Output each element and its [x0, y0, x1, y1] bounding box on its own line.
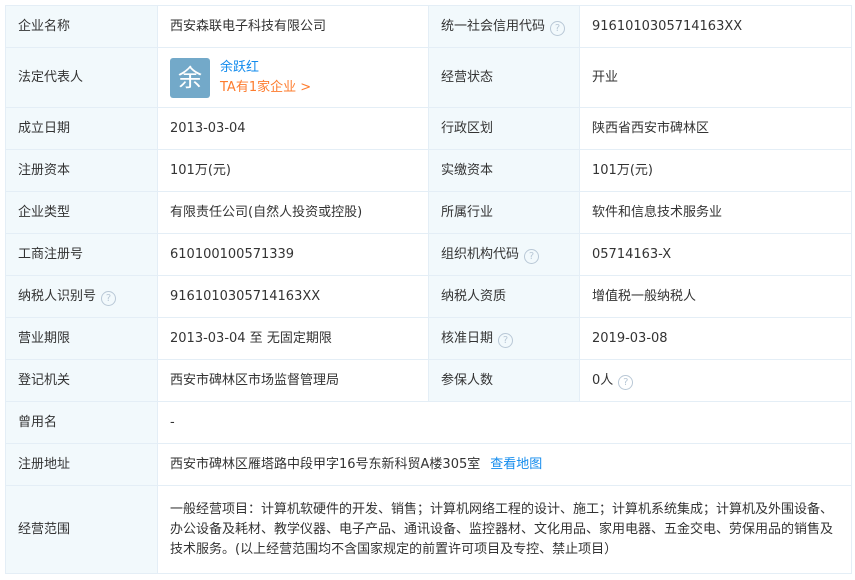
label-business-term: 营业期限 [5, 317, 158, 360]
value-former-name: - [157, 401, 852, 444]
label-taxpayer-id: 纳税人识别号? [5, 275, 158, 318]
info-row-established: 成立日期 2013-03-04 行政区划 陕西省西安市碑林区 [5, 107, 852, 150]
value-admin-region: 陕西省西安市碑林区 [579, 107, 852, 150]
help-icon[interactable]: ? [101, 290, 117, 306]
label-registration-authority: 登记机关 [5, 359, 158, 402]
value-taxpayer-id: 9161010305714163XX [157, 275, 429, 318]
label-org-code-text: 组织机构代码 [441, 246, 520, 262]
info-row-authority: 登记机关 西安市碑林区市场监督管理局 参保人数 0人? [5, 359, 852, 402]
value-taxpayer-qualification: 增值税一般纳税人 [579, 275, 852, 318]
value-approval-date: 2019-03-08 [579, 317, 852, 360]
label-legal-rep: 法定代表人 [5, 47, 158, 108]
label-org-code: 组织机构代码? [428, 233, 580, 276]
label-taxpayer-qualification: 纳税人资质 [428, 275, 580, 318]
view-map-link[interactable]: 查看地图 [490, 457, 542, 472]
value-credit-code: 9161010305714163XX [579, 5, 852, 48]
value-registration-authority: 西安市碑林区市场监督管理局 [157, 359, 429, 402]
help-icon[interactable]: ? [550, 20, 566, 36]
info-row-taxpayer: 纳税人识别号? 9161010305714163XX 纳税人资质 增值税一般纳税… [5, 275, 852, 318]
label-taxpayer-id-text: 纳税人识别号 [18, 288, 97, 304]
label-admin-region: 行政区划 [428, 107, 580, 150]
legal-rep-info: 余跃红 TA有1家企业 > [220, 58, 311, 98]
label-former-name: 曾用名 [5, 401, 158, 444]
company-info-table: 企业名称 西安森联电子科技有限公司 统一社会信用代码? 916101030571… [5, 5, 852, 574]
label-registration-no: 工商注册号 [5, 233, 158, 276]
label-credit-code-text: 统一社会信用代码 [441, 18, 546, 34]
label-insured-count: 参保人数 [428, 359, 580, 402]
value-business-term: 2013-03-04 至 无固定期限 [157, 317, 429, 360]
info-row-capital: 注册资本 101万(元) 实缴资本 101万(元) [5, 149, 852, 192]
info-row-company-name: 企业名称 西安森联电子科技有限公司 统一社会信用代码? 916101030571… [5, 5, 852, 48]
value-company-name: 西安森联电子科技有限公司 [157, 5, 429, 48]
legal-rep-name-link[interactable]: 余跃红 [220, 58, 311, 78]
value-paid-capital: 101万(元) [579, 149, 852, 192]
info-row-type: 企业类型 有限责任公司(自然人投资或控股) 所属行业 软件和信息技术服务业 [5, 191, 852, 234]
info-row-registration: 工商注册号 610100100571339 组织机构代码? 05714163-X [5, 233, 852, 276]
label-industry: 所属行业 [428, 191, 580, 234]
value-industry: 软件和信息技术服务业 [579, 191, 852, 234]
value-registered-address-cell: 西安市碑林区雁塔路中段甲字16号东新科贸A楼305室 查看地图 [157, 443, 852, 486]
value-business-scope: 一般经营项目：计算机软硬件的开发、销售；计算机网络工程的设计、施工；计算机系统集… [157, 485, 852, 574]
info-row-former-name: 曾用名 - [5, 401, 852, 444]
label-company-name: 企业名称 [5, 5, 158, 48]
legal-rep-card: 余 余跃红 TA有1家企业 > [170, 57, 416, 98]
label-credit-code: 统一社会信用代码? [428, 5, 580, 48]
value-insured-count-text: 0人 [592, 372, 614, 388]
value-established-date: 2013-03-04 [157, 107, 429, 150]
avatar[interactable]: 余 [170, 57, 210, 98]
help-icon[interactable]: ? [618, 374, 634, 390]
info-row-business-scope: 经营范围 一般经营项目：计算机软硬件的开发、销售；计算机网络工程的设计、施工；计… [5, 485, 852, 574]
label-registered-capital: 注册资本 [5, 149, 158, 192]
label-approval-date-text: 核准日期 [441, 330, 494, 346]
value-registration-no: 610100100571339 [157, 233, 429, 276]
legal-rep-companies-link[interactable]: TA有1家企业 > [220, 78, 311, 98]
info-row-legal-rep: 法定代表人 余 余跃红 TA有1家企业 > 经营状态 开业 [5, 47, 852, 108]
value-insured-count: 0人? [579, 359, 852, 402]
value-company-type: 有限责任公司(自然人投资或控股) [157, 191, 429, 234]
value-legal-rep: 余 余跃红 TA有1家企业 > [157, 47, 429, 108]
info-row-address: 注册地址 西安市碑林区雁塔路中段甲字16号东新科贸A楼305室 查看地图 [5, 443, 852, 486]
label-approval-date: 核准日期? [428, 317, 580, 360]
value-org-code: 05714163-X [579, 233, 852, 276]
help-icon[interactable]: ? [524, 248, 540, 264]
value-status: 开业 [579, 47, 852, 108]
label-established-date: 成立日期 [5, 107, 158, 150]
label-registered-address: 注册地址 [5, 443, 158, 486]
label-status: 经营状态 [428, 47, 580, 108]
help-icon[interactable]: ? [498, 332, 514, 348]
value-registered-capital: 101万(元) [157, 149, 429, 192]
value-registered-address: 西安市碑林区雁塔路中段甲字16号东新科贸A楼305室 [170, 456, 481, 472]
label-paid-capital: 实缴资本 [428, 149, 580, 192]
label-company-type: 企业类型 [5, 191, 158, 234]
info-row-term: 营业期限 2013-03-04 至 无固定期限 核准日期? 2019-03-08 [5, 317, 852, 360]
label-business-scope: 经营范围 [5, 485, 158, 574]
